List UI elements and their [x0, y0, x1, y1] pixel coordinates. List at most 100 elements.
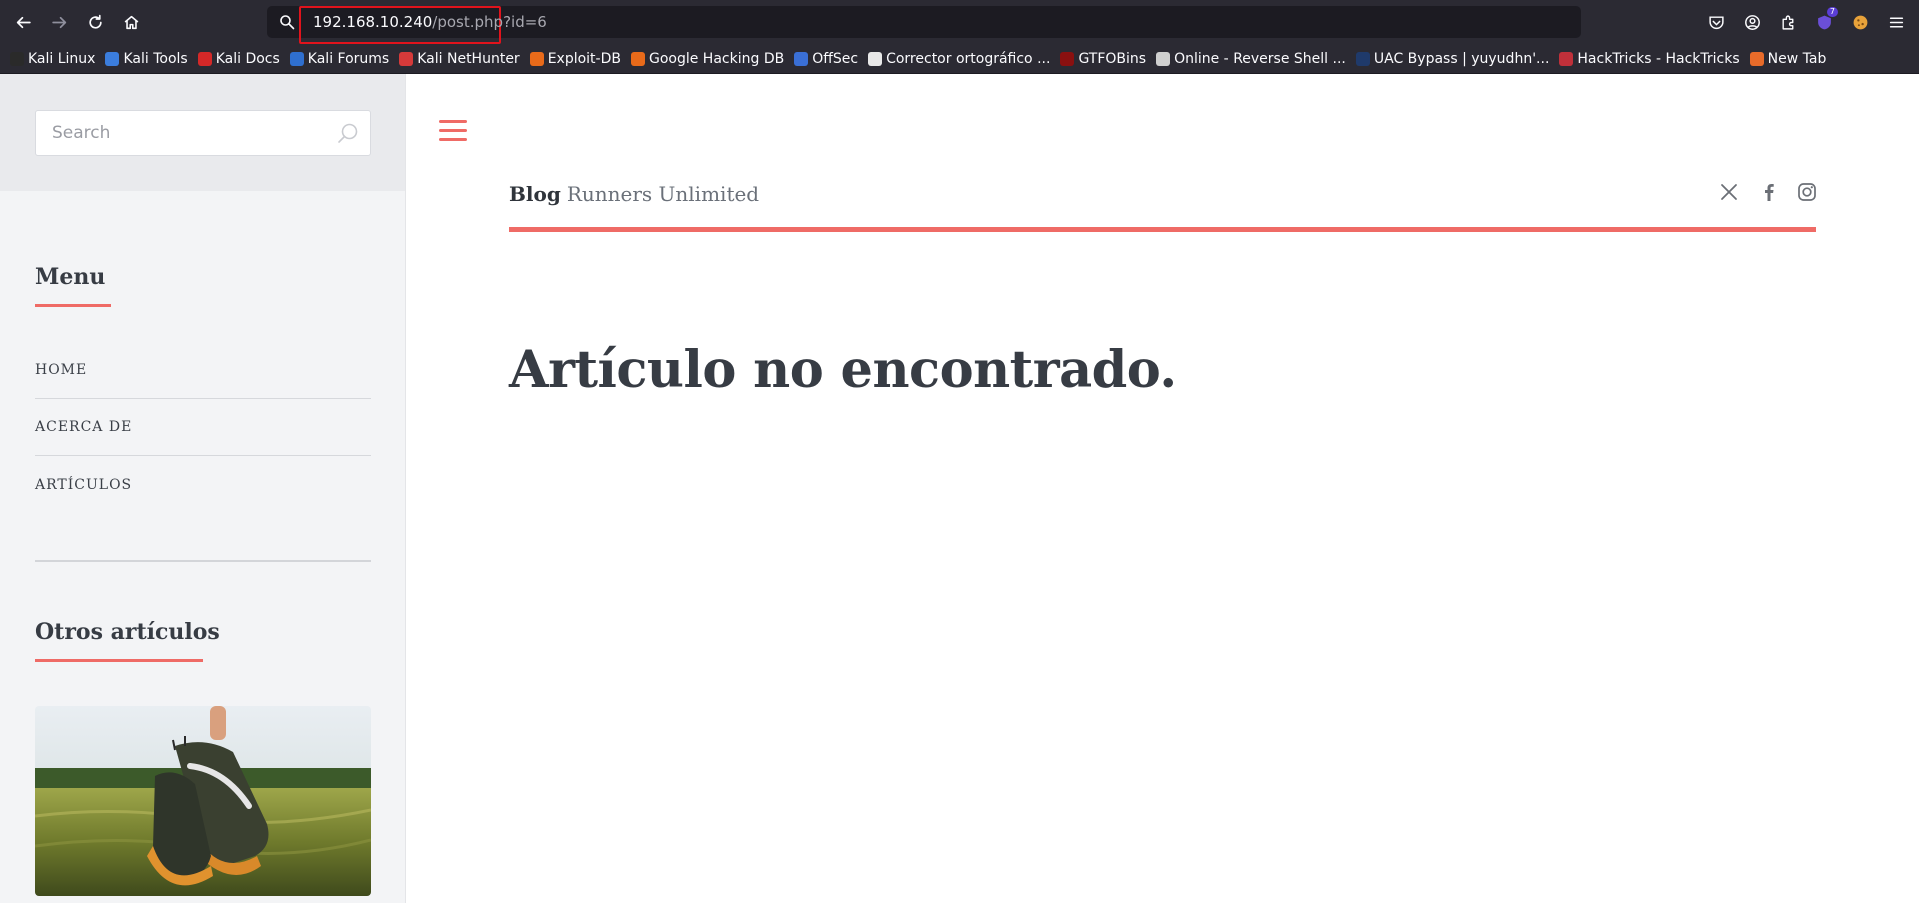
bookmark-label: HackTricks - HackTricks [1577, 50, 1740, 67]
pocket-button[interactable] [1705, 11, 1727, 33]
instagram-icon [1798, 183, 1816, 201]
bookmark-item[interactable]: New Tab [1749, 50, 1827, 67]
sidebar: Menu HOME ACERCA DE ARTÍCULOS Otros artí… [0, 74, 406, 903]
brand-bold: Blog [509, 182, 561, 206]
bookmark-favicon-icon [289, 51, 304, 66]
site-brand[interactable]: Blog Runners Unlimited [509, 182, 759, 206]
bookmark-favicon-icon [197, 51, 212, 66]
bookmark-favicon-icon [794, 51, 809, 66]
cookie-icon [1853, 15, 1867, 29]
search-box [35, 110, 371, 156]
bookmark-item[interactable]: Google Hacking DB [630, 50, 785, 67]
bookmark-favicon-icon [1060, 51, 1075, 66]
header-divider [509, 227, 1816, 232]
bookmark-item[interactable]: Exploit-DB [529, 50, 621, 67]
extension-badge: 7 [1826, 7, 1838, 17]
home-button[interactable] [116, 7, 146, 37]
menu-item-home[interactable]: HOME [35, 342, 371, 399]
bookmark-label: Kali Linux [28, 50, 96, 67]
app-menu-button[interactable] [1885, 11, 1907, 33]
account-icon [1744, 14, 1760, 30]
extension-button[interactable]: 7 [1813, 7, 1838, 33]
facebook-icon [1765, 184, 1774, 201]
x-twitter-link[interactable] [1717, 180, 1741, 204]
other-articles-title: Otros artículos [35, 619, 220, 645]
bookmark-favicon-icon [105, 51, 120, 66]
not-found-message: Artículo no encontrado. [509, 340, 1177, 400]
bookmark-item[interactable]: Corrector ortográfico ... [868, 51, 1050, 67]
bookmarks-bar: Kali Linux Kali Tools Kali Docs Kali Forums… [0, 44, 1919, 74]
bookmark-label: Google Hacking DB [648, 50, 785, 67]
search-icon [280, 15, 295, 30]
hamburger-menu-button[interactable] [439, 120, 469, 144]
bookmark-label: Corrector ortográfico ... [886, 50, 1051, 67]
hamburger-bar [439, 138, 467, 141]
arrow-left-icon [16, 16, 31, 28]
bookmark-label: GTFOBins [1078, 50, 1147, 67]
web-page: Menu HOME ACERCA DE ARTÍCULOS Otros artí… [0, 74, 1919, 903]
url-host: 192.168.10.240 [313, 13, 433, 31]
running-shoes-image [35, 706, 371, 896]
bookmark-favicon-icon [1355, 51, 1370, 66]
bookmark-label: UAC Bypass | yuyudhn'... [1373, 50, 1550, 67]
search-section [0, 74, 405, 191]
bookmark-item[interactable]: Kali Forums [289, 51, 389, 67]
bookmark-item[interactable]: Online - Reverse Shell ... [1156, 51, 1346, 67]
bookmark-favicon-icon [1749, 51, 1764, 66]
search-icon[interactable] [336, 121, 360, 145]
bookmark-favicon-icon [1156, 51, 1171, 66]
x-twitter-icon [1721, 184, 1737, 200]
instagram-link[interactable] [1795, 180, 1819, 204]
hamburger-bar [439, 129, 467, 132]
bookmark-item[interactable]: Kali Linux [10, 51, 95, 67]
back-button[interactable] [8, 7, 38, 37]
bookmark-favicon-icon [1559, 51, 1574, 66]
bookmark-label: OffSec [812, 50, 859, 67]
bookmark-item[interactable]: Kali NetHunter [399, 50, 520, 67]
bookmark-favicon-icon [868, 51, 883, 66]
brand-name: Runners Unlimited [566, 182, 760, 206]
forward-button[interactable] [44, 7, 74, 37]
bookmark-label: Kali NetHunter [417, 50, 520, 67]
bookmark-item[interactable]: UAC Bypass | yuyudhn'... [1355, 50, 1550, 67]
bookmark-item[interactable]: HackTricks - HackTricks [1559, 50, 1740, 67]
bookmark-label: Exploit-DB [547, 50, 621, 67]
menu-divider [35, 560, 371, 562]
url-text[interactable]: 192.168.10.240/post.php?id=6 [313, 13, 547, 31]
hamburger-bar [439, 120, 467, 123]
home-icon [124, 15, 138, 29]
reload-button[interactable] [80, 7, 110, 37]
bookmark-label: Kali Tools [123, 50, 188, 67]
menu-title: Menu [35, 264, 106, 290]
bookmark-label: New Tab [1767, 50, 1827, 67]
bookmark-favicon-icon [10, 51, 24, 66]
menu-item-articulos[interactable]: ARTÍCULOS [35, 456, 371, 513]
menu-title-underline [35, 304, 111, 307]
pocket-icon [1708, 15, 1724, 29]
bookmark-favicon-icon [630, 51, 645, 66]
article-thumbnail[interactable] [35, 706, 371, 896]
bookmark-favicon-icon [399, 51, 414, 66]
bookmark-label: Kali Docs [215, 50, 280, 67]
browser-toolbar: 192.168.10.240/post.php?id=6 7 [0, 0, 1919, 44]
bookmark-item[interactable]: GTFOBins [1060, 51, 1146, 67]
bookmark-item[interactable]: Kali Tools [105, 50, 188, 67]
bookmark-favicon-icon [529, 51, 544, 66]
puzzle-icon [1781, 15, 1793, 30]
bookmark-item[interactable]: Kali Docs [197, 50, 280, 67]
bookmark-label: Online - Reverse Shell ... [1174, 50, 1346, 67]
bookmark-item[interactable]: OffSec [794, 51, 858, 67]
menu-item-acerca-de[interactable]: ACERCA DE [35, 399, 371, 456]
reload-icon [88, 14, 102, 29]
extensions-button[interactable] [1777, 11, 1799, 33]
url-path: /post.php?id=6 [432, 13, 547, 31]
cookie-extension-button[interactable] [1849, 11, 1871, 33]
arrow-right-icon [51, 16, 66, 28]
facebook-link[interactable] [1757, 180, 1781, 204]
main-content: Blog Runners Unlimited Artículo no encont… [407, 74, 1919, 903]
hamburger-icon [1889, 16, 1903, 28]
url-bar[interactable]: 192.168.10.240/post.php?id=6 [267, 6, 1581, 44]
search-input[interactable] [36, 111, 326, 155]
account-button[interactable] [1741, 11, 1763, 33]
other-articles-underline [35, 659, 203, 662]
